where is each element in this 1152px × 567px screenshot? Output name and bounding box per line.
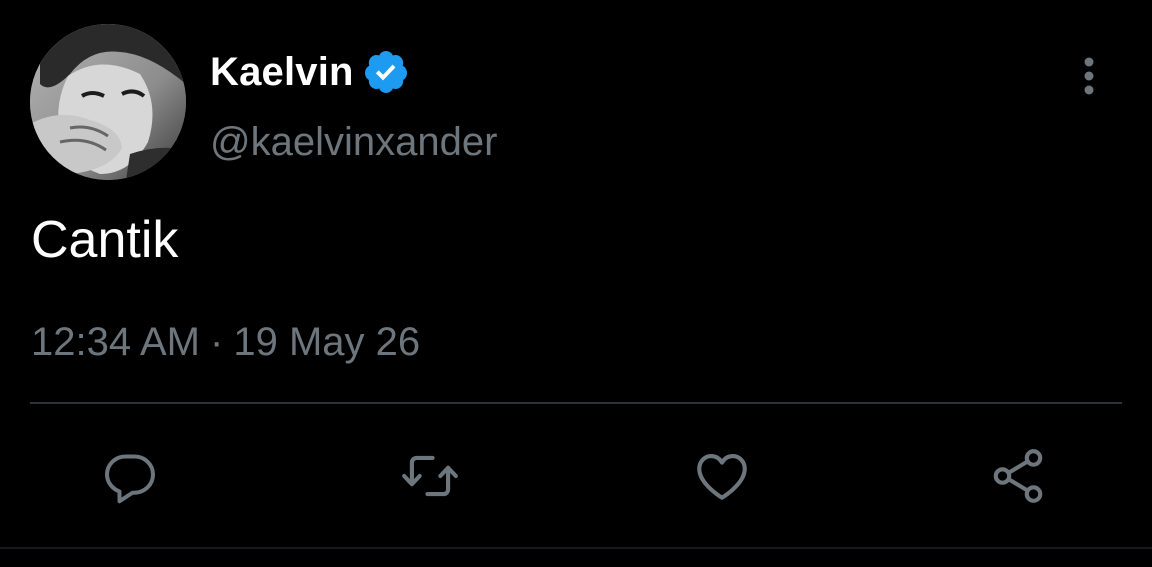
verified-badge-icon — [364, 51, 407, 93]
reply-button[interactable] — [94, 440, 166, 512]
name-row: Kaelvin — [210, 44, 410, 100]
divider — [30, 402, 1122, 404]
retweet-icon — [402, 455, 458, 497]
like-button[interactable] — [686, 440, 758, 512]
bottom-border — [0, 547, 1152, 549]
like-icon — [697, 454, 747, 500]
tweet-timestamp[interactable]: 12:34 AM · 19 May 26 — [31, 314, 420, 370]
avatar[interactable] — [30, 24, 186, 180]
display-name[interactable]: Kaelvin — [210, 44, 354, 100]
action-bar — [0, 440, 1152, 512]
tweet-date: 19 May 26 — [233, 320, 421, 364]
avatar-image — [30, 24, 186, 180]
retweet-button[interactable] — [394, 440, 466, 512]
share-icon — [993, 449, 1043, 503]
meta-separator: · — [210, 320, 224, 364]
more-options-icon[interactable] — [1070, 52, 1110, 100]
tweet-text: Cantik — [31, 211, 179, 269]
user-handle[interactable]: @kaelvinxander — [210, 114, 497, 170]
reply-icon — [105, 454, 155, 504]
tweet-time: 12:34 AM — [31, 320, 201, 364]
tweet-card: Kaelvin @kaelvinxander Cantik 12:34 AM ·… — [0, 0, 1152, 567]
share-button[interactable] — [982, 440, 1054, 512]
